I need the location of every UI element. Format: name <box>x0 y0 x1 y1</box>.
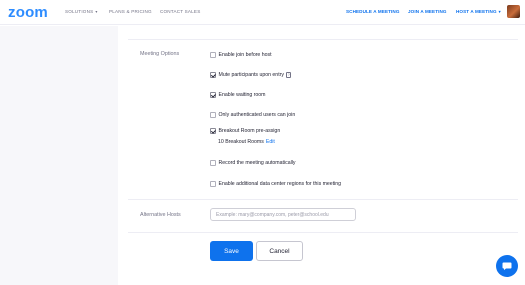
option-join-before-host[interactable]: Enable join before host <box>210 51 272 59</box>
option-label: Record the meeting automatically <box>218 160 296 166</box>
option-record-automatically[interactable]: Record the meeting automatically <box>210 159 296 167</box>
cancel-button[interactable]: Cancel <box>256 241 303 261</box>
checkbox[interactable] <box>210 52 216 58</box>
checkbox[interactable] <box>210 160 216 166</box>
option-waiting-room[interactable]: Enable waiting room <box>210 91 266 99</box>
nav-contact-sales-label: CONTACT SALES <box>160 9 201 14</box>
zoom-logo[interactable]: zoom <box>8 4 48 21</box>
alternative-hosts-label: Alternative Hosts <box>140 212 181 218</box>
option-data-center-regions[interactable]: Enable additional data center regions fo… <box>210 180 341 188</box>
option-authenticated-users[interactable]: Only authenticated users can join <box>210 111 295 119</box>
checkbox[interactable] <box>210 181 216 187</box>
option-label: Breakout Room pre-assign <box>218 128 281 134</box>
avatar[interactable] <box>507 5 520 18</box>
chevron-down-icon: ▾ <box>498 9 501 14</box>
option-label: Enable waiting room <box>218 92 266 98</box>
nav-solutions[interactable]: SOLUTIONS ▾ <box>65 9 98 14</box>
save-button[interactable]: Save <box>210 241 253 261</box>
nav-schedule-meeting-label: SCHEDULE A MEETING <box>346 9 400 14</box>
nav-plans-pricing[interactable]: PLANS & PRICING <box>109 9 152 14</box>
divider <box>128 199 518 200</box>
option-mute-upon-entry[interactable]: Mute participants upon entry ? <box>210 71 292 79</box>
breakout-rooms-count: 10 Breakout Rooms <box>218 139 264 145</box>
breakout-rooms-summary: 10 Breakout Rooms Edit <box>218 139 275 145</box>
alternative-hosts-input[interactable] <box>210 208 356 221</box>
nav-join-meeting-label: JOIN A MEETING <box>408 9 447 14</box>
checkmark-icon[interactable] <box>210 92 216 98</box>
chat-bubble-icon <box>502 262 512 271</box>
nav-contact-sales[interactable]: CONTACT SALES <box>160 9 200 14</box>
nav-join-meeting[interactable]: JOIN A MEETING <box>408 9 447 14</box>
option-label: Enable join before host <box>218 52 272 58</box>
nav-host-meeting-label: HOST A MEETING <box>456 9 497 14</box>
checkmark-icon[interactable] <box>210 72 216 78</box>
left-sidebar <box>0 26 118 285</box>
checkmark-icon[interactable] <box>210 128 216 134</box>
option-label: Mute participants upon entry <box>218 72 284 78</box>
top-navbar: zoom SOLUTIONS ▾ PLANS & PRICING CONTACT … <box>0 0 525 25</box>
nav-schedule-meeting[interactable]: SCHEDULE A MEETING <box>346 9 400 14</box>
nav-host-meeting[interactable]: HOST A MEETING ▾ <box>456 9 501 14</box>
chat-button[interactable] <box>496 255 518 277</box>
info-icon[interactable]: ? <box>285 72 292 78</box>
chevron-down-icon: ▾ <box>95 9 98 14</box>
nav-solutions-label: SOLUTIONS <box>65 9 94 14</box>
option-breakout-preassign[interactable]: Breakout Room pre-assign <box>210 127 280 135</box>
option-label: Enable additional data center regions fo… <box>218 181 342 187</box>
checkbox[interactable] <box>210 112 216 118</box>
meeting-options-label: Meeting Options <box>140 51 180 57</box>
option-label: Only authenticated users can join <box>218 112 296 118</box>
divider <box>128 39 518 40</box>
divider <box>128 232 518 233</box>
breakout-edit-link[interactable]: Edit <box>266 139 275 145</box>
nav-plans-pricing-label: PLANS & PRICING <box>109 9 152 14</box>
